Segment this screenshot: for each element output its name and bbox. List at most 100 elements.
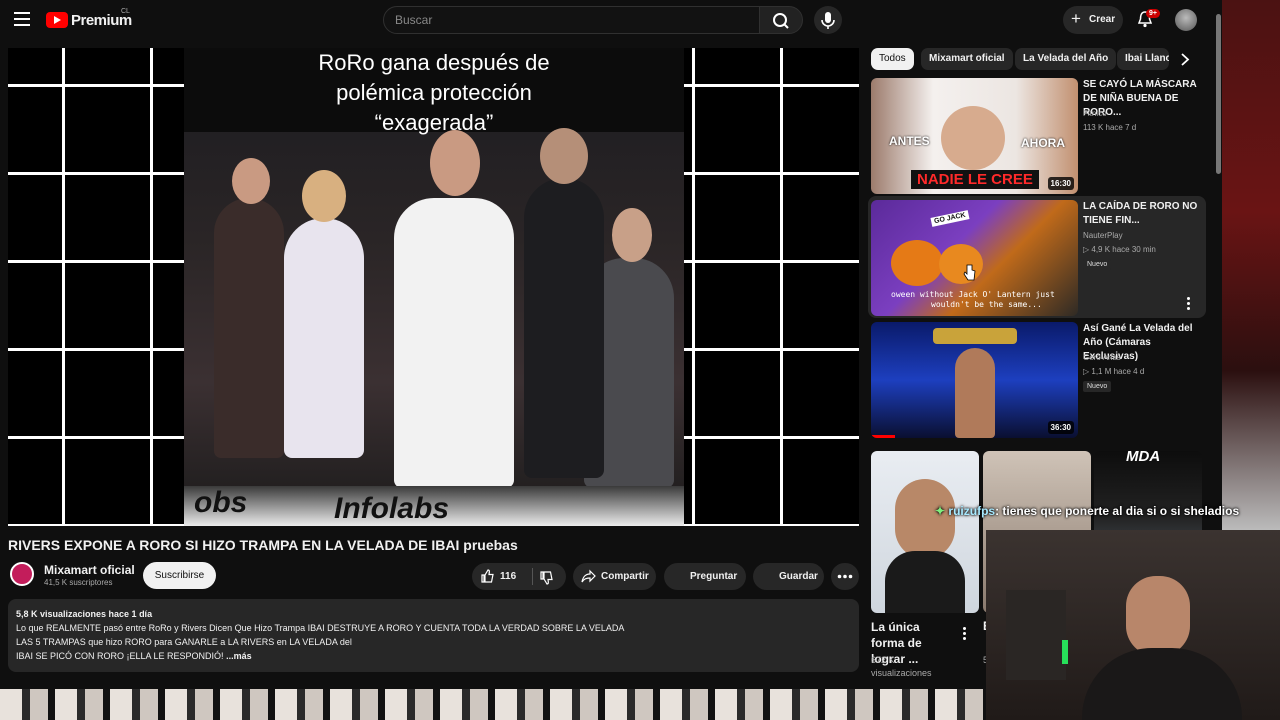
new-badge: Nuevo [1083,381,1112,392]
chat-message: ✦ ruizufps: tienes que ponerte al dia si… [935,504,1239,518]
related-video-stats: ▷ 1,1 M hace 4 d [1083,367,1145,376]
more-vertical-icon[interactable] [1187,297,1190,312]
chip-all[interactable]: Todos [871,48,914,70]
page-scrollbar[interactable] [1216,14,1221,174]
thumbnail-text: oween without Jack O' Lantern just [891,290,1055,299]
related-video-thumbnail[interactable]: ANTES AHORA NADIE LE CREE 16:30 [871,78,1078,194]
video-duration: 36:30 [1047,421,1074,434]
microphone-icon [821,12,835,29]
like-dislike-group: 116 [472,563,566,590]
thumbnail-text: MDA [1126,451,1161,465]
thumbnail-pumpkin [891,240,943,286]
chevron-right-icon[interactable] [1180,53,1190,66]
stream-overlay-bottom-art [0,689,986,720]
thumbnail-boxer [955,348,995,438]
related-video-thumbnail[interactable]: 36:30 [871,322,1078,438]
chat-username: ruizufps [948,504,996,518]
sparkle-icon: ✦ [935,504,946,518]
thumbs-up-icon[interactable] [480,569,495,584]
voice-search-button[interactable] [814,6,842,34]
hand-cursor-icon [963,264,976,281]
grid-background-right [684,48,859,526]
figure-head [430,130,480,196]
watermark-text: Infolabs [334,492,450,525]
description-line: IBAI SE PICÓ CON RORO ¡ELLA LE RESPONDIÓ… [16,651,224,661]
thumbnail-text: GO JACK [930,210,970,227]
related-video-stats: ▷ 4,9 K hace 30 min [1083,245,1156,254]
video-frame: RoRo gana después de polémica protección… [184,48,684,526]
chip-channel[interactable]: Mixamart oficial [921,48,1013,70]
thumbnail-belt [933,328,1017,344]
chat-text: : tienes que ponerte al dia si o si shel… [995,504,1240,518]
related-video-channel[interactable]: Gero Arias [1083,353,1121,362]
short-views-label: visualizaciones [871,668,932,678]
chip-velada[interactable]: La Velada del Año [1015,48,1117,70]
video-title: RIVERS EXPONE A RORO SI HIZO TRAMPA EN L… [8,537,518,553]
thumbs-down-icon[interactable] [539,570,554,585]
figure-head [232,158,270,204]
webcam-feed [986,530,1280,720]
figure-head [302,170,346,222]
thumbnail-text: AHORA [1021,136,1065,150]
thumbnail-face [895,479,955,559]
ask-button[interactable]: Preguntar [664,563,746,590]
related-video-stats: 113 K hace 7 d [1083,123,1137,132]
short-thumbnail[interactable] [871,451,979,613]
webcam-person-body [1082,648,1242,720]
related-video-thumbnail[interactable]: GO JACK oween without Jack O' Lantern ju… [871,200,1078,316]
search-input[interactable]: Buscar [383,6,760,34]
video-watermark: obs Infolabs [184,486,684,526]
subscribe-button[interactable]: Suscribirse [143,562,216,589]
webcam-microphone [1006,590,1066,680]
video-duration: 16:30 [1047,177,1074,190]
webcam-person-face [1126,576,1190,656]
related-video-title[interactable]: LA CAÍDA DE RORO NO TIENE FIN... [1083,200,1208,228]
view-stats: 5,8 K visualizaciones hace 1 día [16,609,153,619]
grid-background-left [8,48,184,526]
description-box[interactable]: 5,8 K visualizaciones hace 1 día Lo que … [8,599,859,672]
description-line: Lo que REALMENTE pasó entre RoRo y River… [16,623,625,633]
stream-overlay-art [1222,0,1280,530]
new-badge: Nuevo [1083,259,1112,270]
chip-ibai[interactable]: Ibai Llano [1117,48,1169,70]
watermark-text: obs [194,486,248,519]
subscriber-count: 41,5 K suscriptores [44,578,113,587]
notification-count-badge: 9+ [1146,9,1160,18]
more-vertical-icon[interactable] [963,627,966,642]
watch-progress-bar [871,435,895,438]
country-code: CL [121,8,130,15]
caption-line-1: RoRo gana después de [318,50,550,75]
figure-referee [394,198,514,488]
save-button[interactable]: Guardar [753,563,824,590]
channel-name[interactable]: Mixamart oficial [44,563,135,577]
thumbnail-text: ANTES [889,134,930,148]
figure-background-right [524,178,604,478]
share-button[interactable]: Compartir [573,563,656,590]
account-avatar[interactable] [1175,9,1197,31]
search-button[interactable] [759,6,803,34]
like-divider [532,568,533,585]
show-more-link[interactable]: ...más [226,651,252,661]
share-label: Compartir [601,571,649,582]
related-video-channel[interactable]: Fitnico [1083,109,1107,118]
thumbnail-shirt [885,551,965,613]
share-arrow-icon [581,569,596,583]
menu-icon[interactable] [14,12,30,26]
channel-avatar[interactable] [10,562,34,586]
thumbnail-text: NADIE LE CREE [911,170,1039,189]
related-video-channel[interactable]: NauterPlay [1083,231,1123,240]
webcam-green-light [1062,640,1068,664]
create-button[interactable]: Crear [1063,5,1123,34]
more-actions-button[interactable] [831,563,859,590]
youtube-logo-icon[interactable] [46,12,68,28]
like-count[interactable]: 116 [500,563,516,590]
search-icon [773,13,789,29]
short-views: 672 K [871,655,895,665]
figure-background-left [214,198,284,458]
caption-line-3: “exagerada” [374,110,494,135]
ask-label: Preguntar [690,571,738,582]
caption-line-2: polémica protección [336,80,532,105]
more-horizontal-icon [837,574,853,579]
video-player[interactable]: RoRo gana después de polémica protección… [8,48,859,526]
video-caption-box: RoRo gana después de polémica protección… [184,48,684,135]
